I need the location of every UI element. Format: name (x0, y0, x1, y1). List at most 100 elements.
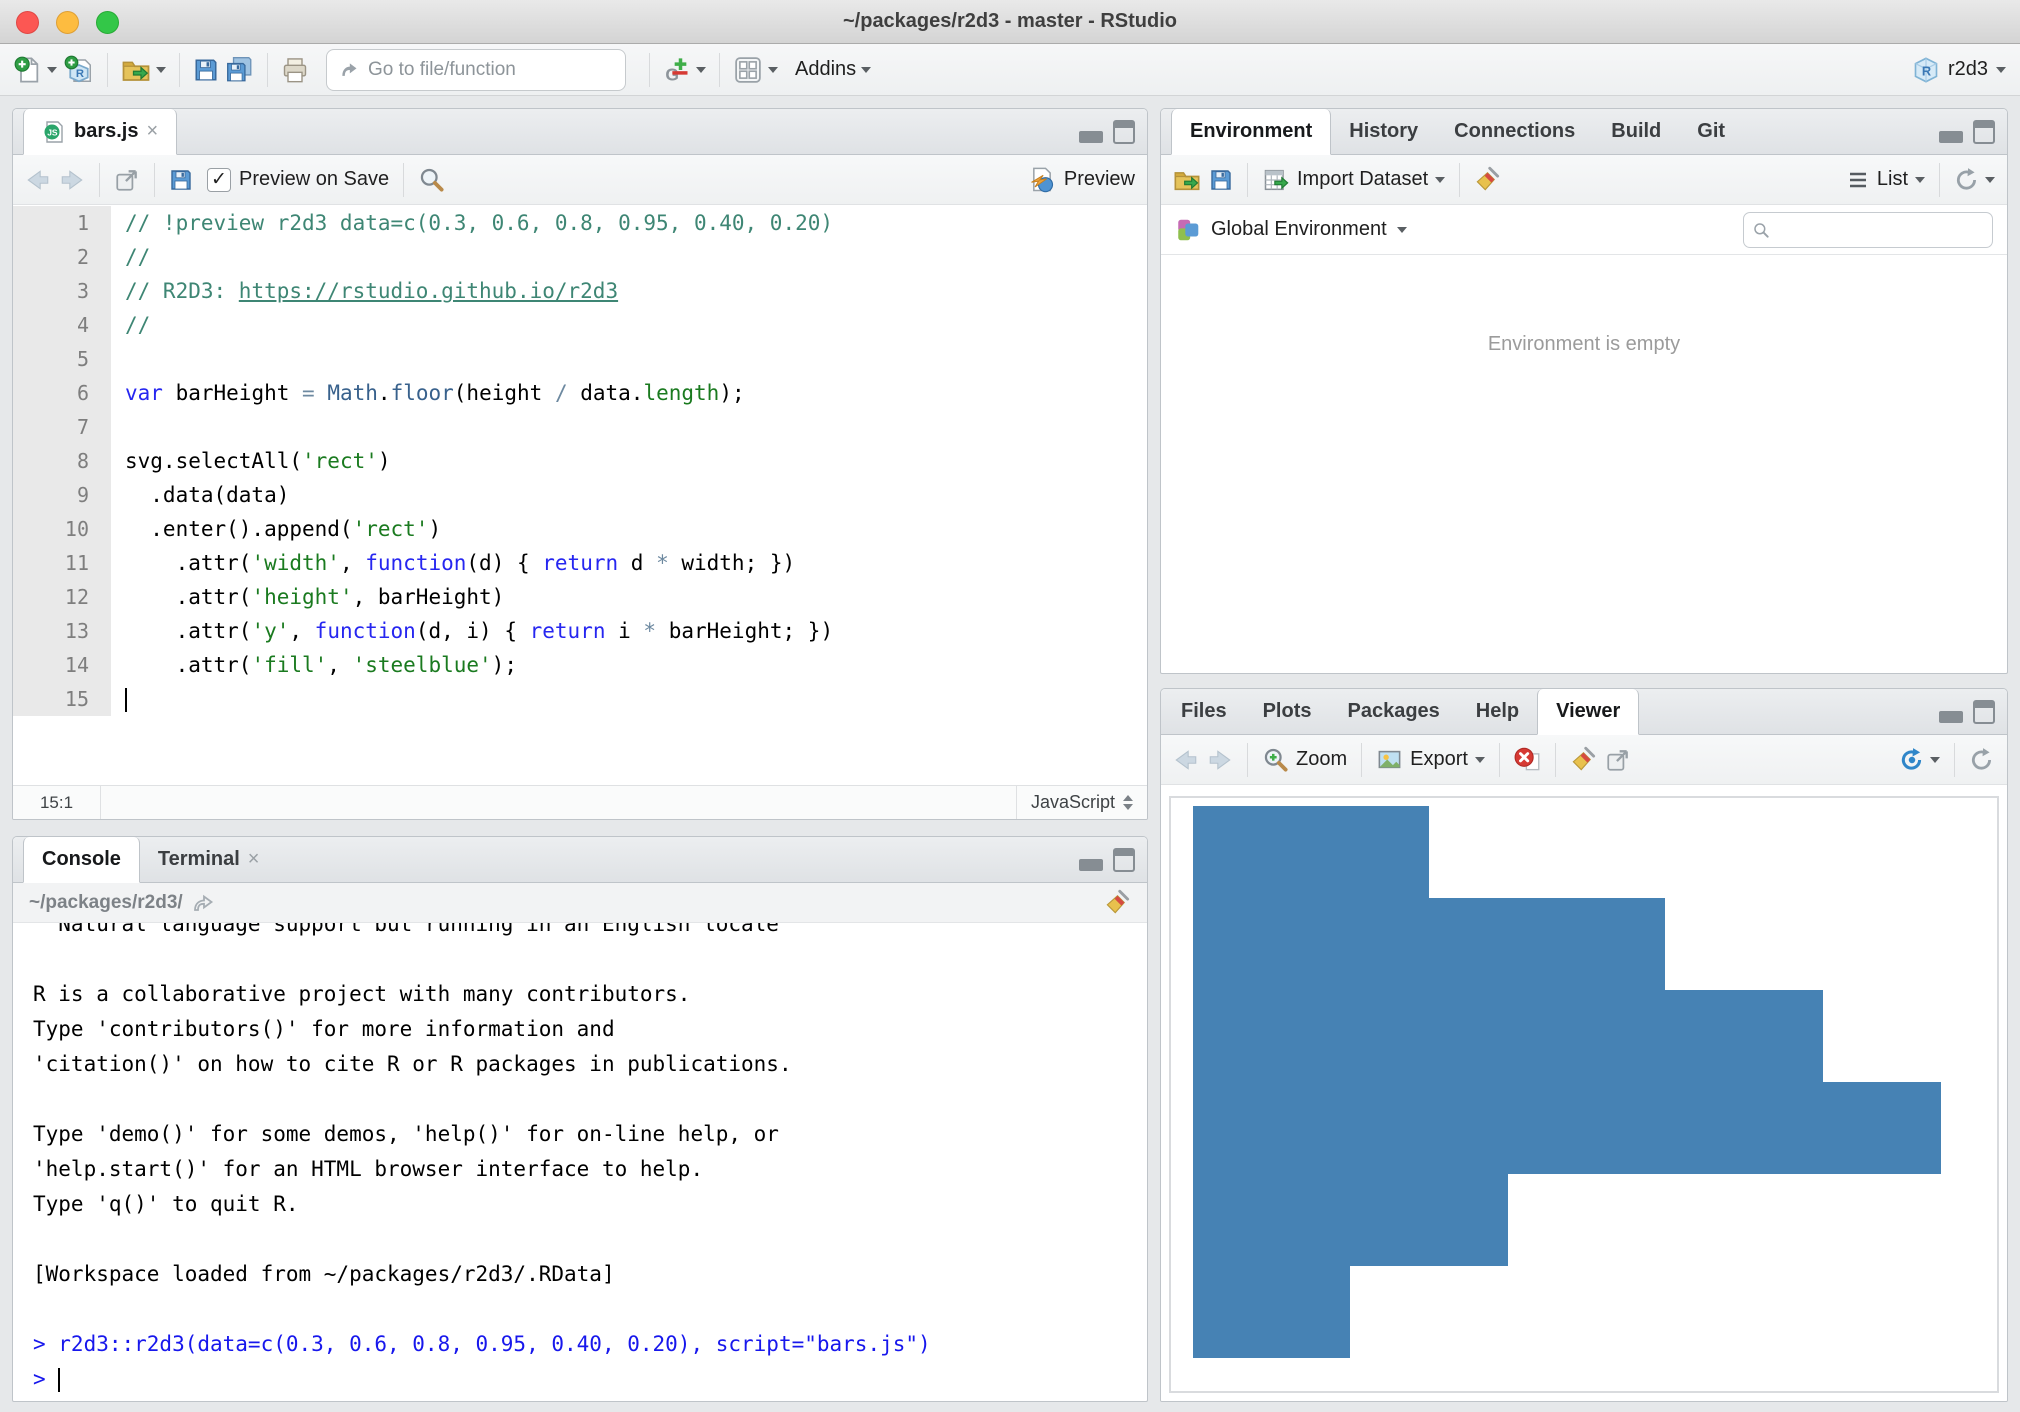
maximize-pane-icon[interactable] (1973, 120, 1995, 144)
tab-build[interactable]: Build (1593, 109, 1679, 154)
load-workspace-icon[interactable] (1173, 166, 1201, 194)
preview-button[interactable]: Preview (1028, 166, 1135, 194)
export-button[interactable]: Export (1376, 746, 1485, 773)
goto-file-function-box[interactable] (326, 49, 626, 91)
console-prompt[interactable]: > (33, 1362, 1147, 1397)
list-view-dropdown-icon[interactable] (1915, 177, 1925, 183)
tab-environment[interactable]: Environment (1171, 109, 1331, 155)
new-project-button[interactable] (64, 55, 94, 85)
project-chooser[interactable]: r2d3 (1912, 56, 2006, 84)
tab-bars-js[interactable]: bars.js × (23, 109, 177, 155)
code-line[interactable]: 11 .attr('width', function(d) { return d… (13, 546, 1147, 580)
zoom-window-button[interactable] (96, 11, 119, 34)
save-file-icon[interactable] (169, 168, 193, 192)
addins-dropdown-icon[interactable] (861, 67, 871, 73)
sync-dropdown-icon[interactable] (1930, 757, 1940, 763)
environment-scope-label[interactable]: Global Environment (1211, 218, 1387, 241)
popout-icon[interactable] (114, 167, 140, 193)
maximize-pane-icon[interactable] (1113, 848, 1135, 872)
tab-terminal[interactable]: Terminal × (140, 837, 278, 882)
code-line[interactable]: 5 (13, 342, 1147, 376)
code-line[interactable]: 14 .attr('fill', 'steelblue'); (13, 648, 1147, 682)
code-editor[interactable]: 1// !preview r2d3 data=c(0.3, 0.6, 0.8, … (13, 206, 1147, 785)
open-file-button[interactable] (121, 55, 166, 85)
zoom-button[interactable]: Zoom (1262, 746, 1347, 773)
code-line[interactable]: 12 .attr('height', barHeight) (13, 580, 1147, 614)
find-replace-icon[interactable] (418, 166, 445, 193)
minimize-pane-icon[interactable] (1939, 131, 1963, 143)
version-control-button[interactable] (663, 56, 706, 84)
clear-console-broom-icon[interactable] (1104, 889, 1131, 916)
minimize-pane-icon[interactable] (1079, 131, 1103, 143)
import-dataset-dropdown-icon[interactable] (1435, 177, 1445, 183)
code-line[interactable]: 4// (13, 308, 1147, 342)
viewer-back-icon[interactable] (1173, 747, 1199, 773)
new-file-button[interactable] (14, 56, 57, 84)
console-output[interactable]: Natural language support but running in … (13, 923, 1147, 1401)
refresh-dropdown-icon[interactable] (1985, 177, 1995, 183)
open-recent-dropdown-icon[interactable] (156, 67, 166, 73)
tab-console[interactable]: Console (23, 837, 140, 883)
code-line[interactable]: 10 .enter().append('rect') (13, 512, 1147, 546)
refresh-environment-button[interactable] (1954, 167, 1995, 193)
maximize-pane-icon[interactable] (1113, 120, 1135, 144)
import-dataset-button[interactable]: Import Dataset (1262, 166, 1445, 194)
goto-directory-icon[interactable] (191, 891, 215, 915)
back-icon[interactable] (25, 167, 51, 193)
tab-connections[interactable]: Connections (1436, 109, 1593, 154)
clear-viewer-broom-icon[interactable] (1570, 746, 1597, 773)
code-line[interactable]: 1// !preview r2d3 data=c(0.3, 0.6, 0.8, … (13, 206, 1147, 240)
save-all-button[interactable] (226, 56, 254, 84)
maximize-pane-icon[interactable] (1973, 700, 1995, 724)
tab-viewer[interactable]: Viewer (1537, 689, 1639, 735)
toolbar-separator (1555, 743, 1556, 777)
version-control-dropdown-icon[interactable] (696, 67, 706, 73)
save-button[interactable] (193, 57, 219, 83)
code-line[interactable]: 8svg.selectAll('rect') (13, 444, 1147, 478)
preview-on-save-checkbox[interactable]: ✓ Preview on Save (207, 168, 389, 192)
clear-environment-broom-icon[interactable] (1474, 166, 1501, 193)
code-line[interactable]: 6var barHeight = Math.floor(height / dat… (13, 376, 1147, 410)
code-line[interactable]: 15 (13, 682, 1147, 716)
tab-history[interactable]: History (1331, 109, 1436, 154)
viewer-popout-icon[interactable] (1605, 747, 1631, 773)
code-line[interactable]: 13 .attr('y', function(d, i) { return i … (13, 614, 1147, 648)
environment-scope-dropdown-icon[interactable] (1397, 227, 1407, 233)
print-button[interactable] (281, 56, 309, 84)
close-window-button[interactable] (16, 11, 39, 34)
tab-git[interactable]: Git (1679, 109, 1743, 154)
checkbox-check-icon[interactable]: ✓ (207, 168, 231, 192)
workspace-panes-button[interactable] (733, 55, 778, 85)
tab-help[interactable]: Help (1458, 689, 1537, 734)
minimize-window-button[interactable] (56, 11, 79, 34)
code-line[interactable]: 7 (13, 410, 1147, 444)
remove-viewer-item-icon[interactable] (1514, 746, 1541, 773)
tab-files[interactable]: Files (1161, 689, 1245, 734)
minimize-pane-icon[interactable] (1939, 711, 1963, 723)
toolbar-separator (267, 53, 268, 87)
tab-close-icon[interactable]: × (248, 848, 260, 871)
new-file-dropdown-icon[interactable] (47, 67, 57, 73)
environment-search-input[interactable] (1776, 219, 1984, 240)
save-workspace-icon[interactable] (1209, 168, 1233, 192)
viewer-refresh-icon[interactable] (1969, 747, 1995, 773)
sync-button[interactable] (1899, 747, 1940, 773)
minimize-pane-icon[interactable] (1079, 859, 1103, 871)
tab-plots[interactable]: Plots (1245, 689, 1330, 734)
export-dropdown-icon[interactable] (1475, 757, 1485, 763)
forward-icon[interactable] (59, 167, 85, 193)
code-line[interactable]: 9 .data(data) (13, 478, 1147, 512)
environment-search-box[interactable] (1743, 212, 1993, 248)
addins-button[interactable]: Addins (795, 58, 871, 81)
goto-file-function-input[interactable] (368, 59, 613, 81)
tab-packages[interactable]: Packages (1329, 689, 1457, 734)
list-view-button[interactable]: List (1846, 168, 1925, 192)
cursor-position[interactable]: 15:1 (13, 786, 101, 819)
viewer-forward-icon[interactable] (1207, 747, 1233, 773)
code-line[interactable]: 3// R2D3: https://rstudio.github.io/r2d3 (13, 274, 1147, 308)
workspace-panes-dropdown-icon[interactable] (768, 67, 778, 73)
tab-close-icon[interactable]: × (146, 120, 158, 143)
language-selector[interactable]: JavaScript (1016, 786, 1147, 819)
project-dropdown-icon[interactable] (1996, 67, 2006, 73)
code-line[interactable]: 2// (13, 240, 1147, 274)
